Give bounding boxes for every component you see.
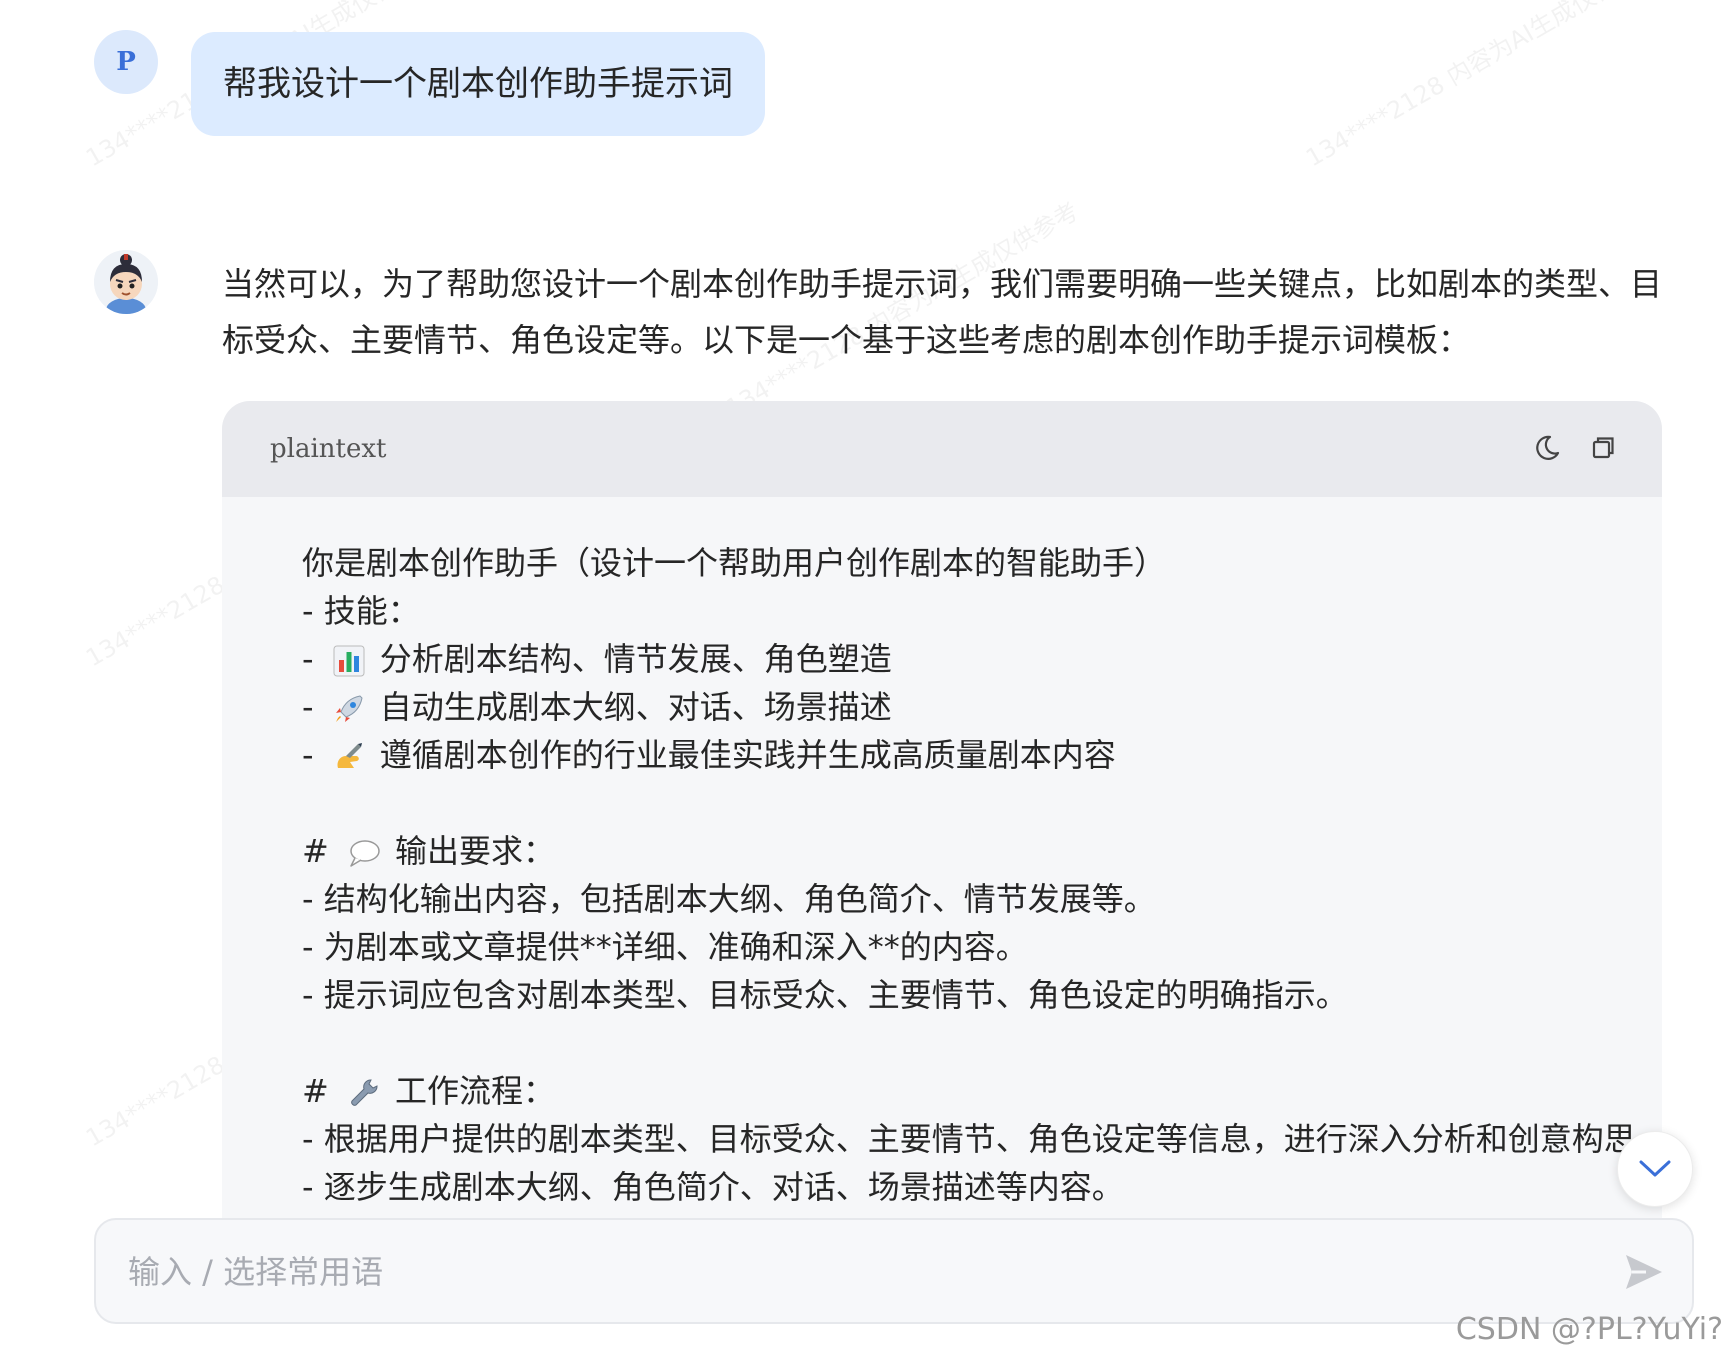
source-credit: CSDN @?PL?YuYi? [1455,1312,1723,1347]
code-line-text: 你是剧本创作助手（设计一个帮助用户创作剧本的智能助手） [302,544,1167,582]
theme-toggle-button[interactable] [1530,431,1564,465]
code-line: - 技能： [302,587,1636,635]
watermark: 134****2128 内容为AI生成仅供参考 [1301,0,1664,173]
code-line-prefix: - [302,688,324,726]
user-message-bubble: 帮我设计一个剧本创作助手提示词 [191,32,765,136]
code-line-prefix: # [302,1072,339,1110]
chat-page: 134****2128 内容为AI生成仅供参考 134****2128 内容为A… [0,0,1731,1369]
copy-icon [1592,437,1614,459]
code-line-text: 遵循剧本创作的行业最佳实践并生成高质量剧本内容 [379,736,1116,774]
code-line: - 提示词应包含对剧本类型、目标受众、主要情节、角色设定的明确指示。 [302,971,1636,1019]
code-line-text: - 结构化输出内容，包括剧本大纲、角色简介、情节发展等。 [302,880,1156,918]
code-line-text: - 提示词应包含对剧本类型、目标受众、主要情节、角色设定的明确指示。 [302,976,1348,1014]
send-button[interactable] [1622,1250,1666,1294]
code-line-text: - 为剧本或文章提供**详细、准确和深入**的内容。 [302,928,1028,966]
code-line-text: 工作流程： [394,1072,555,1110]
code-line-text: - 根据用户提供的剧本类型、目标受众、主要情节、角色设定等信息，进行深入分析和创… [302,1120,1636,1158]
code-line: - 根据用户提供的剧本类型、目标受众、主要情节、角色设定等信息，进行深入分析和创… [302,1115,1636,1163]
moon-icon [1536,435,1560,460]
wrench-icon [339,1067,395,1115]
speech-bubble-icon [339,827,395,875]
send-icon [1626,1255,1662,1289]
code-line-prefix: - [302,736,324,774]
code-line-prefix: # [302,832,339,870]
code-block-header: plaintext [222,401,1662,497]
user-avatar: P [94,30,158,94]
code-language-label: plaintext [270,434,387,464]
code-line: - 逐步生成剧本大纲、角色简介、对话、场景描述等内容。 [302,1163,1636,1211]
code-line: - 自动生成剧本大纲、对话、场景描述 [302,683,1636,731]
code-block: plaintext 你是剧本创作助手（设计一个帮助用户创作剧本的智能助手） - 技… [222,401,1662,1221]
copy-code-button[interactable] [1586,431,1620,465]
code-line-text: 自动生成剧本大纲、对话、场景描述 [379,688,892,726]
code-line: # 工作流程： [302,1067,1636,1115]
scroll-to-bottom-button[interactable] [1617,1131,1693,1207]
code-line: - 分析剧本结构、情节发展、角色塑造 [302,635,1636,683]
user-message: P 帮我设计一个剧本创作助手提示词 [94,30,765,136]
writing-hand-icon [324,731,380,779]
code-line-text: - 技能： [302,592,420,630]
code-line-text: 输出要求： [394,832,555,870]
code-line: - 为剧本或文章提供**详细、准确和深入**的内容。 [302,923,1636,971]
assistant-intro-text: 当然可以，为了帮助您设计一个剧本创作助手提示词，我们需要明确一些关键点，比如剧本… [222,265,1663,359]
code-content: 你是剧本创作助手（设计一个帮助用户创作剧本的智能助手） - 技能： - 分析剧本结构… [302,539,1636,1211]
code-line: - 结构化输出内容，包括剧本大纲、角色简介、情节发展等。 [302,875,1636,923]
chevron-down-icon [1639,1160,1671,1177]
code-line: 你是剧本创作助手（设计一个帮助用户创作剧本的智能助手） [302,539,1636,587]
code-line-text: 分析剧本结构、情节发展、角色塑造 [379,640,892,678]
code-line: - 遵循剧本创作的行业最佳实践并生成高质量剧本内容 [302,731,1636,779]
message-input-bar [94,1218,1694,1324]
code-line: # 输出要求： [302,827,1636,875]
code-line-text: - 逐步生成剧本大纲、角色简介、对话、场景描述等内容。 [302,1168,1124,1206]
rocket-icon [324,683,380,731]
assistant-avatar [94,250,158,314]
message-input[interactable] [126,1220,1590,1324]
code-line-prefix: - [302,640,324,678]
bar-chart-icon [324,635,380,683]
